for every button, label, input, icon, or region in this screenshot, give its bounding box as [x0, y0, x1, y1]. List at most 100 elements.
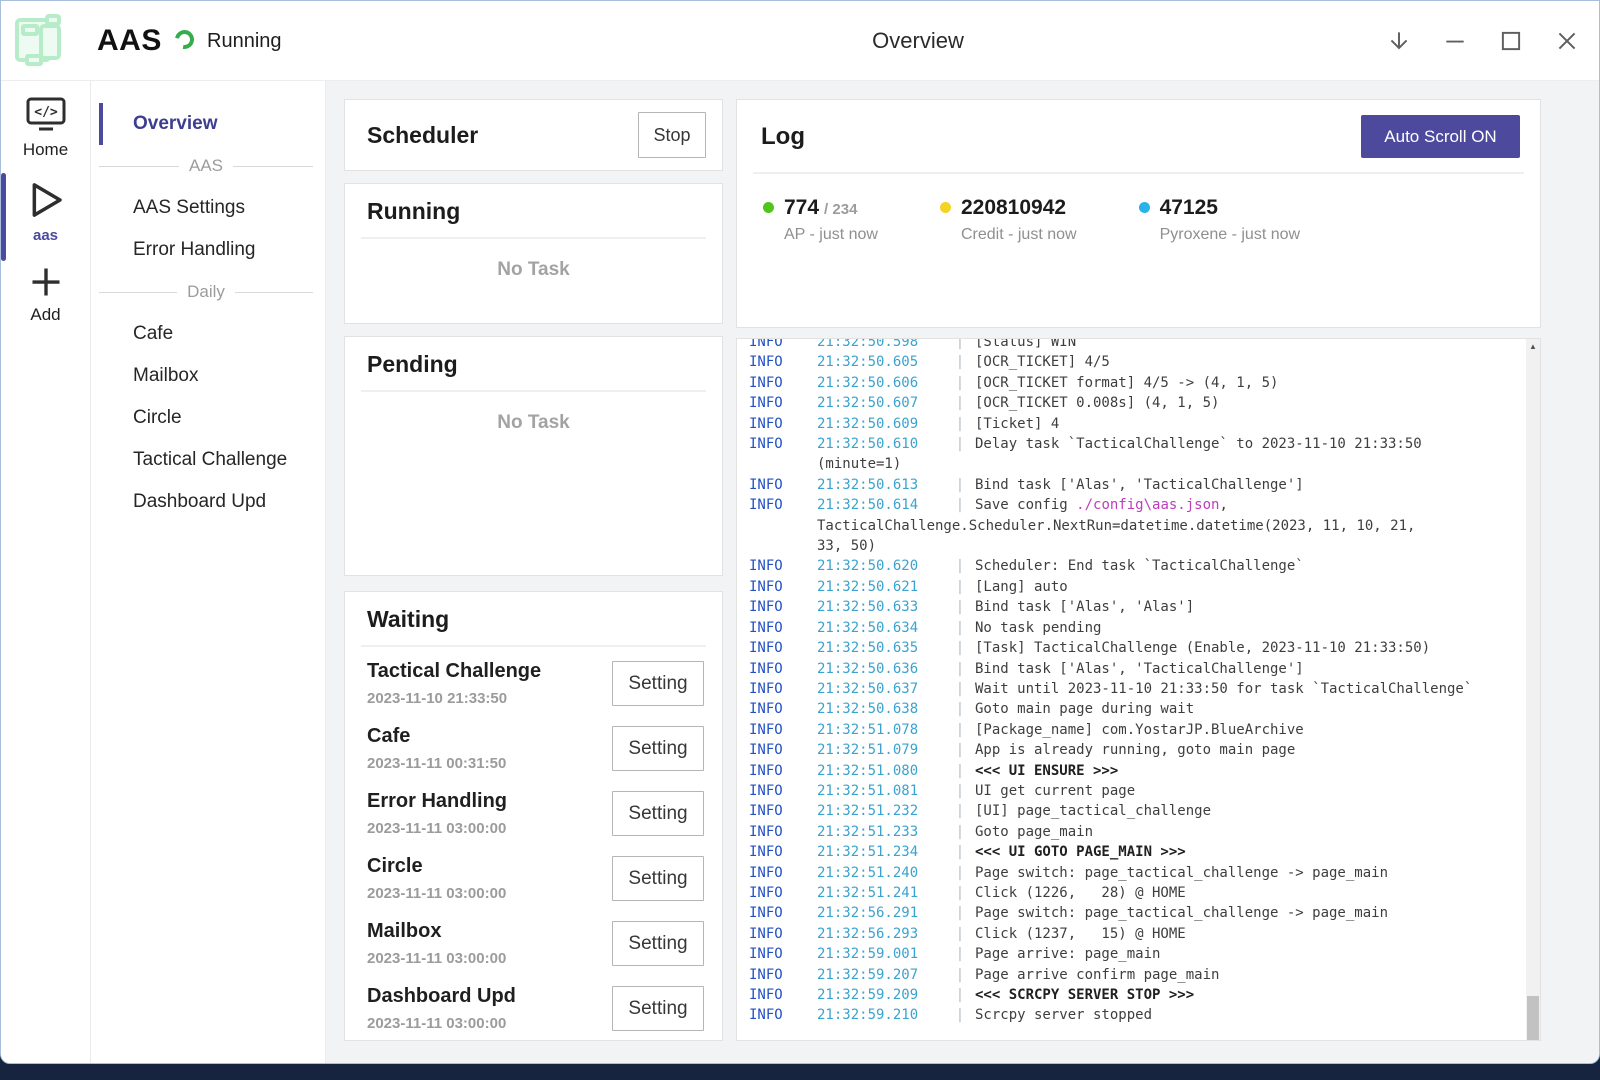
log-level: INFO: [749, 761, 817, 781]
log-timestamp: 21:32:51.241: [817, 883, 945, 903]
pending-empty-text: No Task: [345, 412, 722, 434]
sidebar-item-error-handling[interactable]: Error Handling: [99, 229, 325, 271]
log-message: Scrcpy server stopped: [975, 1005, 1152, 1025]
log-level: INFO: [749, 638, 817, 658]
svg-text:</>: </>: [34, 105, 58, 120]
log-message: No task pending: [975, 618, 1101, 638]
window-controls: [1378, 20, 1588, 62]
log-separator: |: [945, 863, 975, 883]
sidebar-item-dashboard-upd[interactable]: Dashboard Upd: [99, 481, 325, 523]
log-level: INFO: [749, 699, 817, 719]
task-setting-button[interactable]: Setting: [612, 921, 704, 966]
log-row: INFO 21:32:50.633 | Bind task ['Alas', '…: [749, 597, 1524, 617]
log-level: INFO: [749, 740, 817, 760]
log-level: INFO: [749, 720, 817, 740]
log-message: Click (1237, 15) @ HOME: [975, 924, 1186, 944]
waiting-task-info: Tactical Challenge 2023-11-10 21:33:50: [367, 660, 541, 707]
log-level: INFO: [749, 597, 817, 617]
sidebar-section-divider: Daily: [91, 271, 325, 313]
log-row: INFO 21:32:50.598 | [Status] WIN: [749, 338, 1524, 352]
hide-to-tray-button[interactable]: [1378, 20, 1420, 62]
stat-dot-icon: [1139, 202, 1150, 213]
waiting-task-row: Dashboard Upd 2023-11-11 03:00:00 Settin…: [367, 976, 704, 1041]
resource-stat: 47125 Pyroxene - just now: [1139, 196, 1301, 244]
log-message: [UI] page_tactical_challenge: [975, 801, 1211, 821]
sidebar-item-overview[interactable]: Overview: [99, 103, 325, 145]
log-row: 33, 50): [749, 536, 1524, 556]
divider: [361, 237, 706, 239]
log-message: Page arrive confirm page_main: [975, 965, 1219, 985]
log-row: INFO 21:32:50.606 | [OCR_TICKET format] …: [749, 373, 1524, 393]
minimize-icon: [1442, 28, 1468, 54]
log-timestamp: 21:32:50.606: [817, 373, 945, 393]
auto-scroll-toggle-button[interactable]: Auto Scroll ON: [1361, 115, 1520, 158]
log-message: Scheduler: End task `TacticalChallenge`: [975, 556, 1304, 576]
log-separator: |: [945, 597, 975, 617]
waiting-task-row: Cafe 2023-11-11 00:31:50 Setting: [367, 716, 704, 781]
log-level: INFO: [749, 679, 817, 699]
log-separator: |: [945, 740, 975, 760]
log-row: INFO 21:32:50.610 | Delay task `Tactical…: [749, 434, 1524, 454]
running-empty-text: No Task: [345, 259, 722, 281]
log-level: INFO: [749, 414, 817, 434]
stop-button[interactable]: Stop: [638, 112, 706, 158]
log-timestamp: 21:32:50.638: [817, 699, 945, 719]
log-timestamp: 21:32:50.635: [817, 638, 945, 658]
stat-body: 47125 Pyroxene - just now: [1160, 196, 1301, 244]
task-setting-button[interactable]: Setting: [612, 726, 704, 771]
log-message: Wait until 2023-11-10 21:33:50 for task …: [975, 679, 1472, 699]
log-separator: |: [945, 434, 975, 454]
log-level: INFO: [749, 883, 817, 903]
rail-item-add[interactable]: Add: [1, 264, 90, 325]
log-scrollbar[interactable]: ▲: [1526, 339, 1540, 1040]
minimize-button[interactable]: [1434, 20, 1476, 62]
log-timestamp: 21:32:50.620: [817, 556, 945, 576]
sidebar-item-mailbox[interactable]: Mailbox: [99, 355, 325, 397]
log-row: INFO 21:32:50.634 | No task pending: [749, 618, 1524, 638]
log-message: [Status] WIN: [975, 338, 1076, 352]
log-separator: |: [945, 924, 975, 944]
sidebar-item-label: Overview: [133, 113, 218, 135]
log-row: INFO 21:32:50.613 | Bind task ['Alas', '…: [749, 475, 1524, 495]
maximize-button[interactable]: [1490, 20, 1532, 62]
rail-item-aas[interactable]: aas: [1, 178, 90, 244]
log-separator: |: [945, 842, 975, 862]
task-setting-button[interactable]: Setting: [612, 661, 704, 706]
sidebar-section-label: Daily: [187, 282, 225, 302]
scrollbar-thumb[interactable]: [1527, 996, 1539, 1040]
waiting-task-next-run: 2023-11-11 03:00:00: [367, 820, 507, 837]
stat-value: 47125: [1160, 196, 1218, 220]
log-separator: |: [945, 618, 975, 638]
sidebar-item-tactical-challenge[interactable]: Tactical Challenge: [99, 439, 325, 481]
sidebar-item-label: Dashboard Upd: [133, 491, 266, 513]
waiting-task-row: Mailbox 2023-11-11 03:00:00 Setting: [367, 911, 704, 976]
log-timestamp: 21:32:56.291: [817, 903, 945, 923]
log-level: INFO: [749, 903, 817, 923]
log-level: INFO: [749, 801, 817, 821]
log-view: INFO 21:32:50.598 | [Status] WIN INFO 21…: [736, 338, 1541, 1041]
log-level: INFO: [749, 863, 817, 883]
sidebar-item-label: Error Handling: [133, 239, 256, 261]
task-setting-button[interactable]: Setting: [612, 791, 704, 836]
task-setting-button[interactable]: Setting: [612, 986, 704, 1031]
log-card: Log Auto Scroll ON 774 / 234 AP - just n…: [736, 99, 1541, 328]
sidebar-item-cafe[interactable]: Cafe: [99, 313, 325, 355]
page-title: Overview: [872, 1, 964, 81]
log-row: INFO 21:32:51.233 | Goto page_main: [749, 822, 1524, 842]
log-separator: |: [945, 699, 975, 719]
close-button[interactable]: [1546, 20, 1588, 62]
log-level: INFO: [749, 556, 817, 576]
scrollbar-up-arrow-icon[interactable]: ▲: [1526, 339, 1540, 354]
sidebar-item-aas-settings[interactable]: AAS Settings: [99, 187, 325, 229]
scheduler-title: Scheduler: [367, 122, 638, 149]
log-message: UI get current page: [975, 781, 1135, 801]
task-setting-button[interactable]: Setting: [612, 856, 704, 901]
sidebar-item-circle[interactable]: Circle: [99, 397, 325, 439]
log-separator: |: [945, 985, 975, 1005]
log-separator: |: [945, 338, 975, 352]
rail-label-add: Add: [30, 305, 60, 325]
log-level: INFO: [749, 1005, 817, 1025]
rail-item-home[interactable]: </> Home: [1, 95, 90, 160]
waiting-task-name: Dashboard Upd: [367, 985, 516, 1008]
stat-body: 774 / 234 AP - just now: [784, 196, 878, 244]
